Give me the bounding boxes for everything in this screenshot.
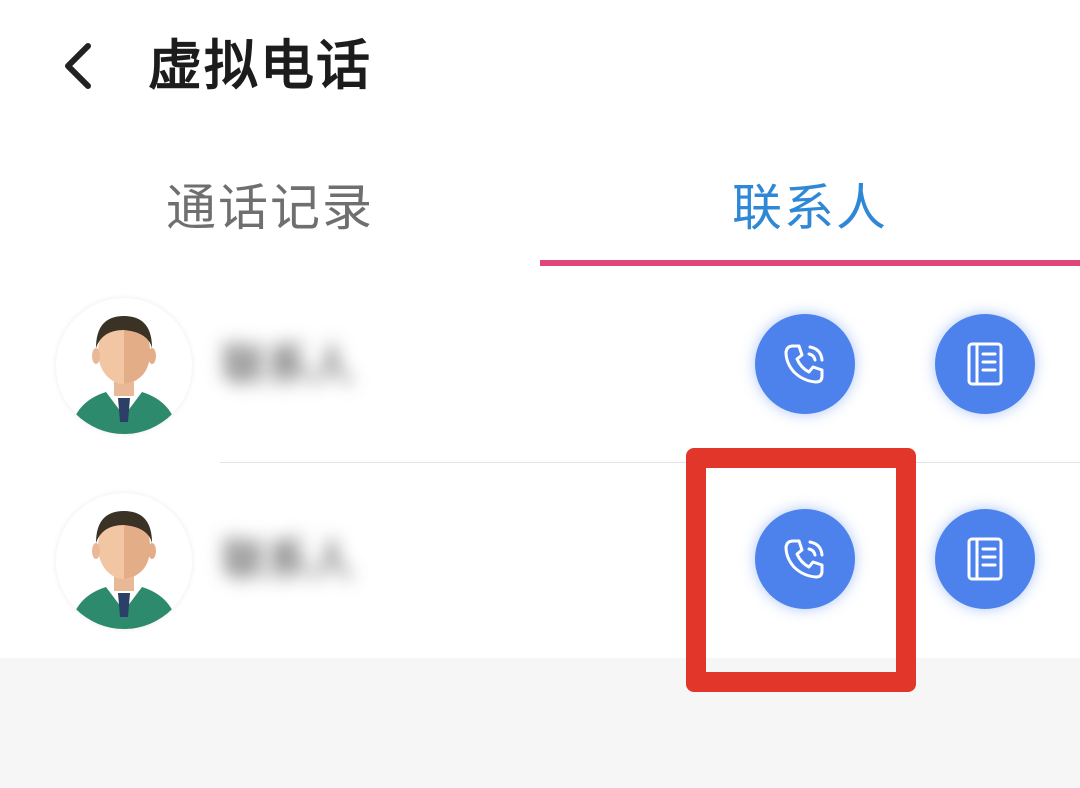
virtual-phone-screen: 虚拟电话 通话记录 联系人 联系人 联系人: [0, 0, 1080, 788]
notebook-icon: [967, 537, 1003, 581]
person-avatar-icon: [70, 511, 178, 629]
phone-call-icon: [784, 344, 824, 384]
notebook-icon: [967, 342, 1003, 386]
notes-button[interactable]: [935, 314, 1035, 414]
highlight-annotation-box: [686, 448, 916, 692]
contact-row[interactable]: 联系人: [0, 463, 1080, 658]
contact-row[interactable]: 联系人: [0, 268, 1080, 463]
back-button[interactable]: [56, 38, 104, 94]
avatar: [56, 298, 192, 434]
active-tab-indicator: [540, 260, 1080, 266]
avatar: [56, 493, 192, 629]
contact-name: 联系人: [222, 340, 354, 391]
person-avatar-icon: [70, 316, 178, 434]
empty-list-area: [0, 658, 1080, 788]
call-button[interactable]: [755, 314, 855, 414]
page-title: 虚拟电话: [148, 34, 372, 97]
top-bar: 虚拟电话: [0, 0, 1080, 135]
tab-bar: 通话记录 联系人: [0, 150, 1080, 268]
tab-call-history[interactable]: 通话记录: [0, 150, 540, 268]
contact-name: 联系人: [222, 535, 354, 586]
chevron-left-icon: [65, 43, 91, 89]
tab-contacts[interactable]: 联系人: [540, 150, 1080, 268]
notes-button[interactable]: [935, 509, 1035, 609]
